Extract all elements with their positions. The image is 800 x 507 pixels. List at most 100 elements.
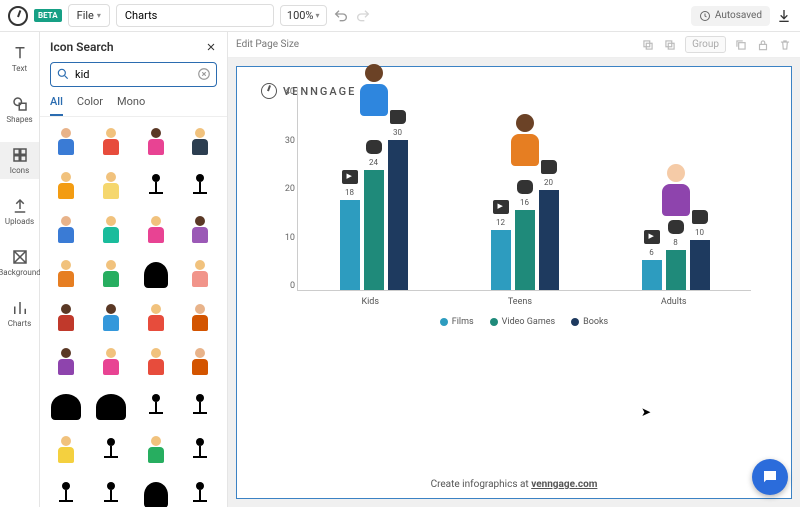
copy-icon[interactable]: [734, 38, 748, 52]
bar-icon: [390, 110, 406, 124]
shapes-icon: [11, 95, 29, 113]
category-avatar: [354, 64, 394, 120]
zoom-dropdown[interactable]: 100%▾: [280, 5, 327, 26]
footer-link[interactable]: venngage.com: [531, 479, 597, 490]
undo-icon[interactable]: [333, 8, 349, 24]
icon-result[interactable]: [48, 213, 84, 249]
rail-label: Background: [0, 268, 41, 277]
icon-filter-tabs: All Color Mono: [40, 87, 227, 117]
icon-result[interactable]: [182, 477, 218, 507]
bar[interactable]: 18: [340, 200, 360, 290]
x-label: Adults: [661, 297, 687, 307]
chevron-down-icon: ▾: [316, 11, 320, 20]
help-chat-button[interactable]: [752, 459, 788, 495]
icon-search-input[interactable]: [50, 62, 217, 87]
bar-chart[interactable]: 4030201001824301216206810KidsTeensAdults…: [297, 87, 751, 327]
autosaved-status: Autosaved: [691, 6, 770, 26]
bar[interactable]: 16: [515, 210, 535, 290]
icon-result[interactable]: [138, 257, 174, 293]
icon-result[interactable]: [182, 345, 218, 381]
tab-color[interactable]: Color: [77, 95, 103, 116]
design-canvas[interactable]: VENNGAGE 4030201001824301216206810KidsTe…: [236, 66, 792, 499]
edit-page-size-button[interactable]: Edit Page Size: [236, 39, 299, 50]
icon-result[interactable]: [182, 213, 218, 249]
icon-result[interactable]: [48, 433, 84, 469]
bar[interactable]: 8: [666, 250, 686, 290]
bar[interactable]: 24: [364, 170, 384, 290]
bar-value: 18: [340, 188, 360, 197]
x-axis: KidsTeensAdults: [297, 297, 751, 307]
icon-result[interactable]: [48, 169, 84, 205]
tab-mono[interactable]: Mono: [117, 95, 145, 116]
icon-result[interactable]: [93, 433, 129, 469]
icon-result[interactable]: [48, 345, 84, 381]
icon-result[interactable]: [182, 125, 218, 161]
file-menu[interactable]: File▾: [68, 4, 110, 27]
tab-all[interactable]: All: [50, 95, 63, 116]
bar[interactable]: 12: [491, 230, 511, 290]
bar[interactable]: 6: [642, 260, 662, 290]
icon-result[interactable]: [138, 213, 174, 249]
bar-group: 121620: [491, 190, 559, 290]
legend-swatch: [490, 318, 498, 326]
icon-result[interactable]: [138, 125, 174, 161]
icon-result[interactable]: [93, 169, 129, 205]
y-tick: 30: [285, 136, 295, 146]
icon-result[interactable]: [48, 301, 84, 337]
redo-icon[interactable]: [355, 8, 371, 24]
bar-value: 24: [364, 158, 384, 167]
icon-result[interactable]: [93, 477, 129, 507]
bar-value: 12: [491, 218, 511, 227]
icon-result[interactable]: [182, 257, 218, 293]
icon-result[interactable]: [93, 213, 129, 249]
y-tick: 20: [285, 184, 295, 194]
icon-search-panel: Icon Search All Color Mono: [40, 32, 228, 507]
icon-result[interactable]: [48, 125, 84, 161]
close-icon[interactable]: [205, 41, 217, 53]
icon-result[interactable]: [48, 477, 84, 507]
trash-icon[interactable]: [778, 38, 792, 52]
icon-result[interactable]: [138, 477, 174, 507]
icon-result[interactable]: [138, 345, 174, 381]
rail-text[interactable]: Text: [0, 40, 39, 77]
bar-icon: [541, 160, 557, 174]
clear-icon[interactable]: [197, 67, 211, 81]
icon-result[interactable]: [48, 257, 84, 293]
icon-result[interactable]: [182, 389, 218, 425]
lock-icon[interactable]: [756, 38, 770, 52]
icon-result[interactable]: [138, 169, 174, 205]
y-tick: 0: [290, 281, 295, 291]
icon-result[interactable]: [93, 301, 129, 337]
download-icon[interactable]: [776, 8, 792, 24]
bar[interactable]: 10: [690, 240, 710, 290]
icon-result[interactable]: [182, 169, 218, 205]
icon-result[interactable]: [182, 301, 218, 337]
bring-forward-icon[interactable]: [641, 38, 655, 52]
left-rail: Text Shapes Icons Uploads Background Cha…: [0, 32, 40, 507]
icon-result[interactable]: [48, 389, 84, 425]
send-backward-icon[interactable]: [663, 38, 677, 52]
chart-legend: FilmsVideo GamesBooks: [297, 317, 751, 327]
icon-result[interactable]: [93, 345, 129, 381]
icon-result[interactable]: [138, 301, 174, 337]
bar-icon: [692, 210, 708, 224]
rail-shapes[interactable]: Shapes: [0, 91, 39, 128]
rail-icons[interactable]: Icons: [0, 142, 39, 179]
doc-name-field[interactable]: [116, 4, 274, 27]
icon-result[interactable]: [93, 125, 129, 161]
bar[interactable]: 30: [388, 140, 408, 290]
icon-result[interactable]: [93, 257, 129, 293]
icon-result[interactable]: [93, 389, 129, 425]
bar[interactable]: 20: [539, 190, 559, 290]
bar-value: 8: [666, 238, 686, 247]
canvas-footer: Create infographics at venngage.com: [237, 479, 791, 490]
y-tick: 40: [285, 87, 295, 97]
rail-charts[interactable]: Charts: [0, 295, 39, 332]
icon-result[interactable]: [138, 433, 174, 469]
group-button[interactable]: Group: [685, 36, 726, 53]
rail-uploads[interactable]: Uploads: [0, 193, 39, 230]
rail-background[interactable]: Background: [0, 244, 39, 281]
icon-result[interactable]: [182, 433, 218, 469]
chat-icon: [761, 468, 779, 486]
icon-result[interactable]: [138, 389, 174, 425]
